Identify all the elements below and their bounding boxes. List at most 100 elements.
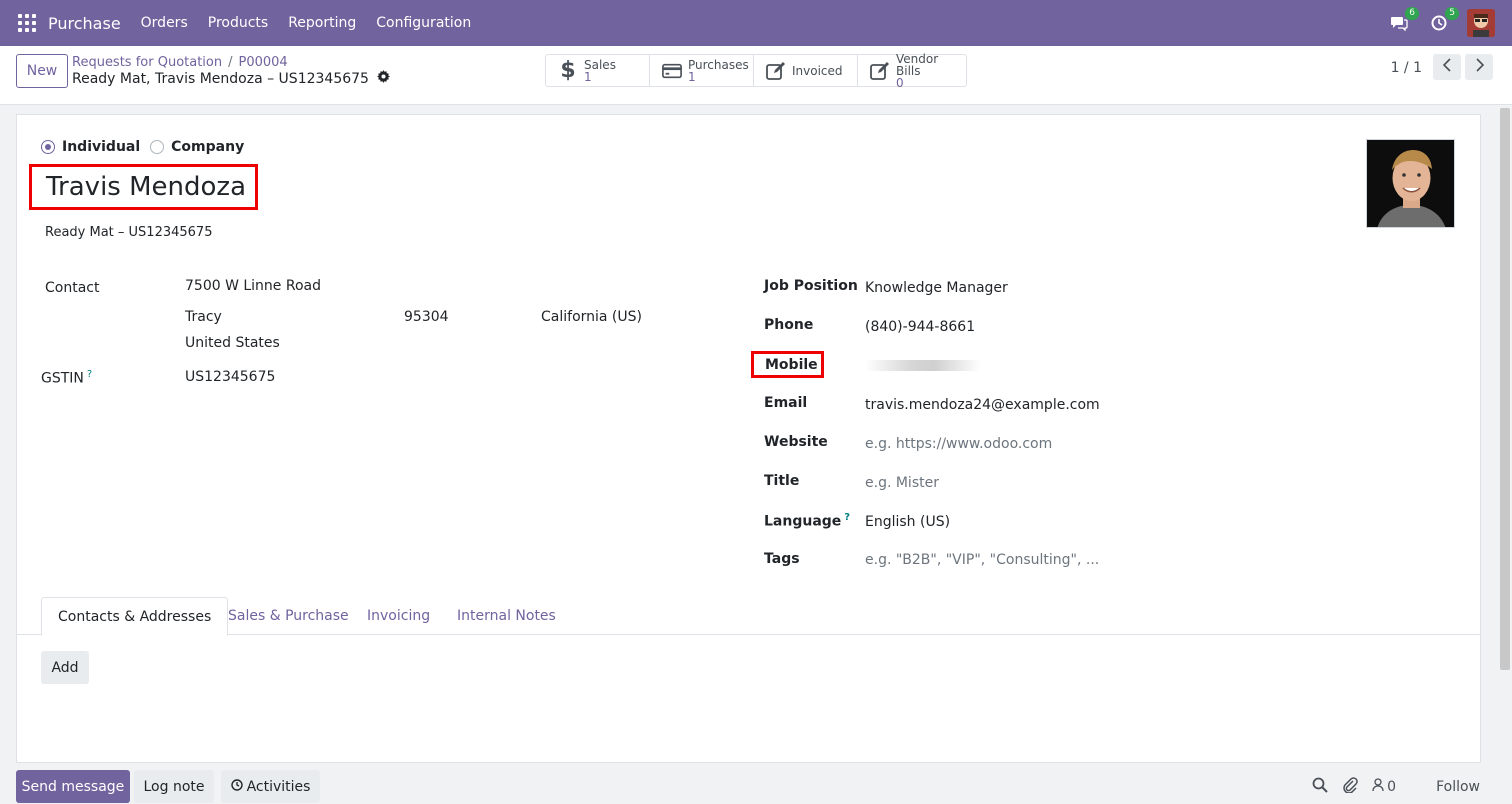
gstin-label-text: GSTIN xyxy=(41,370,84,387)
website-label: Website xyxy=(764,434,828,450)
state-field[interactable]: California (US) xyxy=(541,309,642,325)
new-button[interactable]: New xyxy=(16,54,68,88)
invoiced-smart-button[interactable]: Invoiced xyxy=(754,55,858,86)
clock-icon xyxy=(230,778,243,795)
chevron-left-icon xyxy=(1442,58,1452,76)
control-panel: New Requests for Quotation / P00004 Ready … xyxy=(0,46,1512,105)
job-position-label: Job Position xyxy=(764,278,858,294)
sales-label: Sales xyxy=(584,57,616,72)
paperclip-icon[interactable] xyxy=(1342,776,1358,797)
job-position-field[interactable]: Knowledge Manager xyxy=(865,280,1008,296)
title-field[interactable]: e.g. Mister xyxy=(865,475,939,491)
send-message-button[interactable]: Send message xyxy=(16,770,130,803)
tags-label: Tags xyxy=(764,551,800,567)
user-icon xyxy=(1372,777,1384,796)
mobile-label: Mobile xyxy=(751,351,824,378)
title-label: Title xyxy=(764,473,800,489)
menu-orders[interactable]: Orders xyxy=(141,15,188,31)
email-field[interactable]: travis.mendoza24@example.com xyxy=(865,397,1100,413)
purchases-count: 1 xyxy=(688,69,696,84)
company-radio-label[interactable]: Company xyxy=(171,139,244,155)
sales-smart-button[interactable]: $ Sales 1 xyxy=(546,55,650,86)
mobile-field-blurred[interactable] xyxy=(865,360,981,371)
individual-radio-label[interactable]: Individual xyxy=(62,139,140,155)
activities-clock-icon[interactable]: 5 xyxy=(1427,7,1459,35)
language-label: Language? xyxy=(764,512,850,530)
contact-photo[interactable] xyxy=(1366,139,1455,228)
country-field[interactable]: United States xyxy=(185,335,280,351)
follow-button[interactable]: Follow xyxy=(1436,779,1480,795)
chatter-bar: Send message Log note Activities 0 Follo… xyxy=(0,770,1512,804)
record-title-text: Ready Mat, Travis Mendoza – US12345675 xyxy=(72,70,369,87)
company-radio[interactable] xyxy=(150,140,165,154)
log-note-button[interactable]: Log note xyxy=(134,770,214,803)
tab-sales-purchase[interactable]: Sales & Purchase xyxy=(212,597,365,635)
contact-label: Contact xyxy=(45,280,100,296)
tab-internal-notes[interactable]: Internal Notes xyxy=(441,597,572,635)
gear-icon[interactable] xyxy=(376,70,390,87)
followers-button[interactable]: 0 xyxy=(1372,777,1397,796)
form-sheet: Individual Company Travis Mendoza Ready … xyxy=(16,114,1481,763)
top-navbar: Purchase Orders Products Reporting Confi… xyxy=(0,0,1512,46)
menu-products[interactable]: Products xyxy=(208,15,268,31)
phone-label: Phone xyxy=(764,317,814,333)
record-title: Ready Mat, Travis Mendoza – US12345675 xyxy=(72,70,390,87)
tab-invoicing[interactable]: Invoicing xyxy=(351,597,446,635)
vendor-bills-smart-button[interactable]: Vendor Bills 0 xyxy=(858,51,966,90)
language-label-text: Language xyxy=(764,513,842,530)
street-field[interactable]: 7500 W Linne Road xyxy=(185,278,321,294)
pager-next-button[interactable] xyxy=(1465,54,1493,80)
pager-previous-button[interactable] xyxy=(1433,54,1461,80)
breadcrumb-rfq-link[interactable]: Requests for Quotation xyxy=(72,55,222,70)
messages-icon[interactable]: 6 xyxy=(1387,7,1419,35)
parent-company-field[interactable]: Ready Mat – US12345675 xyxy=(45,225,212,240)
gstin-field[interactable]: US12345675 xyxy=(185,369,275,385)
tab-contacts-addresses[interactable]: Contacts & Addresses xyxy=(41,597,229,636)
credit-card-icon xyxy=(662,63,682,79)
pencil-square-icon xyxy=(870,61,890,80)
breadcrumb-separator: / xyxy=(228,55,233,70)
vendor-bills-label: Vendor Bills xyxy=(896,51,939,78)
zip-field[interactable]: 95304 xyxy=(404,309,449,325)
gstin-label: GSTIN? xyxy=(41,369,92,387)
search-icon[interactable] xyxy=(1312,777,1328,797)
invoiced-label: Invoiced xyxy=(792,63,843,78)
purchases-label: Purchases xyxy=(688,57,749,72)
company-type-radio: Individual Company xyxy=(41,139,254,155)
name-value: Travis Mendoza xyxy=(46,172,247,202)
chatter-actions: 0 Follow xyxy=(1298,770,1480,803)
menu-reporting[interactable]: Reporting xyxy=(288,15,356,31)
language-help-icon[interactable]: ? xyxy=(844,512,850,523)
tags-field[interactable]: e.g. "B2B", "VIP", "Consulting", ... xyxy=(865,552,1099,568)
individual-radio[interactable] xyxy=(41,140,55,154)
breadcrumb-order-link[interactable]: P00004 xyxy=(239,55,288,70)
language-field[interactable]: English (US) xyxy=(865,514,950,530)
chevron-right-icon xyxy=(1475,58,1484,76)
pager-value: 1 / 1 xyxy=(1390,60,1422,76)
app-brand[interactable]: Purchase xyxy=(48,14,121,33)
apps-menu-icon[interactable] xyxy=(18,14,36,32)
city-field[interactable]: Tracy xyxy=(185,309,222,325)
email-label: Email xyxy=(764,395,808,411)
smart-buttons: $ Sales 1 Purchases 1 Invoiced Vendor Bill… xyxy=(545,51,967,90)
add-contact-button[interactable]: Add xyxy=(41,651,89,684)
sales-count: 1 xyxy=(584,69,592,84)
name-field[interactable]: Travis Mendoza xyxy=(29,164,258,210)
dollar-icon: $ xyxy=(560,58,576,83)
page-scrollbar[interactable] xyxy=(1500,108,1510,670)
activities-button[interactable]: Activities xyxy=(221,770,320,803)
vendor-bills-count: 0 xyxy=(896,75,904,90)
activities-badge: 5 xyxy=(1445,7,1459,20)
activities-button-label: Activities xyxy=(246,778,311,795)
website-field[interactable]: e.g. https://www.odoo.com xyxy=(865,436,1052,452)
notebook-tabs: Contacts & Addresses Sales & Purchase In… xyxy=(17,597,1480,636)
purchases-smart-button[interactable]: Purchases 1 xyxy=(650,55,754,86)
gstin-help-icon[interactable]: ? xyxy=(87,369,92,380)
user-avatar[interactable] xyxy=(1467,9,1495,37)
pencil-square-icon xyxy=(766,61,786,80)
breadcrumb: Requests for Quotation / P00004 xyxy=(72,55,288,70)
messages-badge: 6 xyxy=(1405,7,1419,20)
menu-configuration[interactable]: Configuration xyxy=(376,15,471,31)
phone-field[interactable]: (840)-944-8661 xyxy=(865,319,975,335)
followers-count: 0 xyxy=(1387,778,1397,795)
